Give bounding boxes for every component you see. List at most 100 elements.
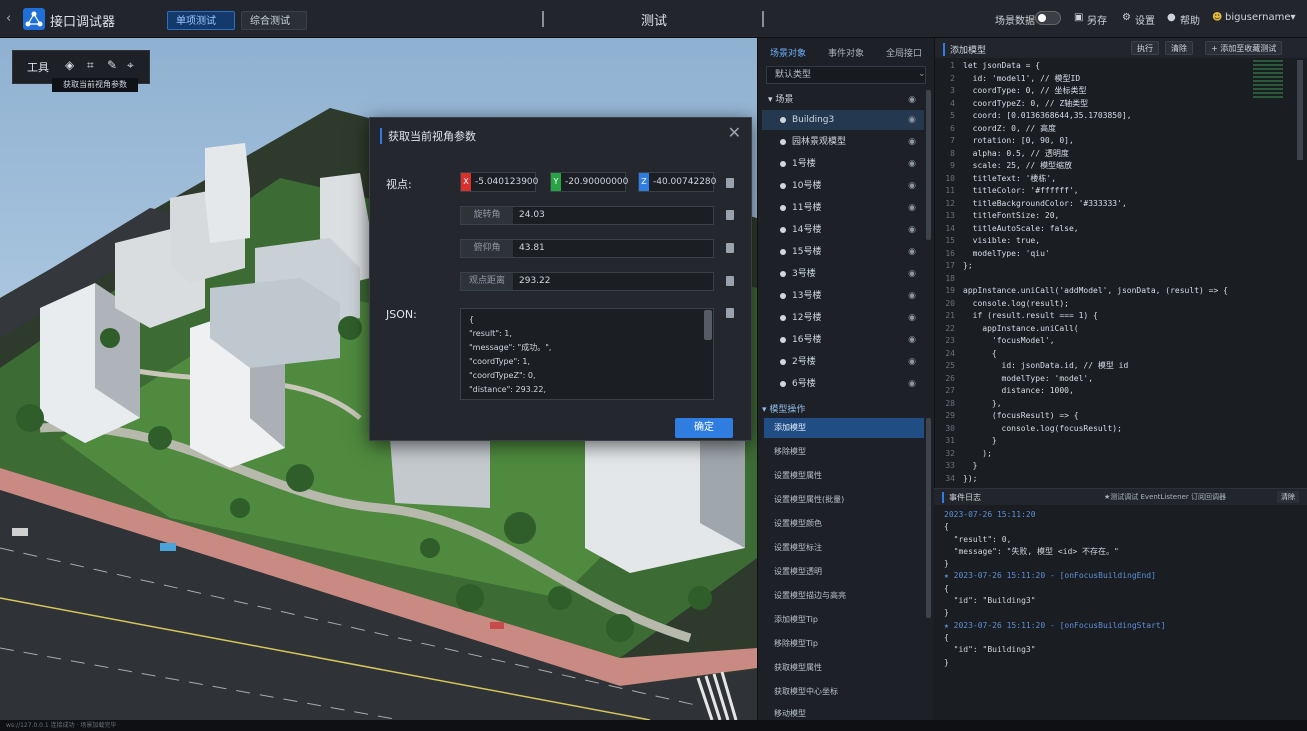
type-select[interactable]: 默认类型 xyxy=(766,66,926,84)
pick-coordinate-icon[interactable]: ⌖ xyxy=(127,58,134,73)
code-line: coordType: 0, // 坐标类型 xyxy=(963,86,1087,95)
code-editor[interactable]: let jsonData = { id: 'model1', // 模型ID c… xyxy=(963,60,1253,485)
api-item[interactable]: 获取模型中心坐标 xyxy=(774,682,924,702)
code-scrollbar[interactable] xyxy=(1297,60,1303,160)
pen-icon[interactable]: ✎ xyxy=(107,58,117,72)
event-listener-option[interactable]: ★测试调试 EventListener 订阅回调器 xyxy=(1104,492,1226,502)
clear-log-button[interactable]: 清除 xyxy=(1277,491,1299,503)
run-button[interactable]: 执行 xyxy=(1131,41,1159,55)
pitch-field[interactable]: 俯仰角 43.81 xyxy=(460,239,714,258)
api-item[interactable]: 设置模型属性 xyxy=(774,466,924,486)
log-line: ★ 2023-07-26 15:11:20 - [onFocusBuilding… xyxy=(944,571,1156,581)
api-tree-panel: 场景对象 事件对象 全局接口 默认类型 ⌄ ▾ 场景 ◉ Building3 ◉ 园… xyxy=(757,38,934,720)
rotation-field[interactable]: 旋转角 24.03 xyxy=(460,206,714,225)
eye-icon[interactable]: ◉ xyxy=(908,154,916,174)
api-item[interactable]: 移除模型 xyxy=(774,442,924,462)
eye-icon[interactable]: ◉ xyxy=(908,308,916,328)
api-item[interactable]: 设置模型属性(批量) xyxy=(774,490,924,510)
distance-key: 观点距离 xyxy=(461,273,513,290)
close-icon[interactable]: ✕ xyxy=(728,123,741,142)
coord-y-field[interactable]: Y -20.90000000 xyxy=(550,172,628,192)
tree-row[interactable]: 16号楼 ◉ xyxy=(762,330,924,350)
help-icon[interactable]: ● xyxy=(1167,12,1176,23)
eye-icon[interactable]: ◉ xyxy=(908,264,916,284)
frame-select-icon[interactable]: ⌗ xyxy=(87,58,94,73)
eye-icon[interactable]: ◉ xyxy=(908,110,916,130)
scene-group-header[interactable]: ▾ 场景 ◉ xyxy=(762,90,924,110)
tree-row[interactable]: 12号楼 ◉ xyxy=(762,308,924,328)
api-item-add-model[interactable]: 添加模型 xyxy=(764,418,924,438)
code-line: scale: 25, // 模型缩放 xyxy=(963,161,1073,170)
save-as-button[interactable]: 另存 xyxy=(1087,12,1107,27)
user-menu[interactable]: bigusername▾ xyxy=(1225,12,1296,23)
eye-icon[interactable]: ◉ xyxy=(908,198,916,218)
scene-data-toggle[interactable] xyxy=(1035,11,1061,25)
api-item[interactable]: 设置模型透明 xyxy=(774,562,924,582)
line-number: 9 xyxy=(950,161,955,170)
help-button[interactable]: 帮助 xyxy=(1180,12,1200,27)
add-favorite-button[interactable]: + 添加至收藏测试 xyxy=(1205,41,1283,55)
eye-icon[interactable]: ◉ xyxy=(908,374,916,394)
eye-icon[interactable]: ◉ xyxy=(908,330,916,350)
tab-global-api[interactable]: 全局接口 xyxy=(886,46,922,59)
tools-tooltip: 获取当前视角参数 xyxy=(52,78,138,92)
arrow-left-icon[interactable]: ‹ xyxy=(6,11,11,26)
line-number: 30 xyxy=(945,423,955,433)
ok-button[interactable]: 确定 xyxy=(675,418,733,438)
settings-button[interactable]: 设置 xyxy=(1135,12,1155,27)
user-icon[interactable]: ☻ xyxy=(1212,12,1222,23)
code-line: titleAutoScale: false, xyxy=(963,223,1079,233)
single-test-button[interactable]: 单项测试 xyxy=(167,11,235,30)
code-line: ); xyxy=(963,448,992,458)
json-textarea[interactable]: { "result": 1, "message": "成功。", "coordT… xyxy=(460,308,714,400)
copy-json-icon[interactable] xyxy=(726,308,734,318)
code-minimap[interactable] xyxy=(1253,60,1283,100)
eye-icon[interactable]: ◉ xyxy=(908,352,916,372)
api-item[interactable]: 获取模型属性 xyxy=(774,658,924,678)
eye-icon[interactable]: ◉ xyxy=(908,242,916,262)
tree-row[interactable]: 14号楼 ◉ xyxy=(762,220,924,240)
tree-row[interactable]: 1号楼 ◉ xyxy=(762,154,924,174)
tree-row[interactable]: 6号楼 ◉ xyxy=(762,374,924,394)
model-ops-section[interactable]: ▾ 模型操作 xyxy=(762,402,805,415)
eye-icon[interactable]: ◉ xyxy=(908,286,916,306)
copy-pitch-icon[interactable] xyxy=(726,243,734,253)
tree-row[interactable]: 3号楼 ◉ xyxy=(762,264,924,284)
json-scrollbar[interactable] xyxy=(704,310,712,340)
coord-z-field[interactable]: Z -40.00742280 xyxy=(638,172,716,192)
tree-row[interactable]: 13号楼 ◉ xyxy=(762,286,924,306)
api-item[interactable]: 移除模型Tip xyxy=(774,634,924,654)
distance-field[interactable]: 观点距离 293.22 xyxy=(460,272,714,291)
copy-rotation-icon[interactable] xyxy=(726,210,734,220)
json-line: { xyxy=(469,315,475,324)
tree-row-building3[interactable]: Building3 ◉ xyxy=(762,110,924,130)
eye-icon[interactable]: ◉ xyxy=(908,220,916,240)
tree-row[interactable]: 园林景观模型 ◉ xyxy=(762,132,924,152)
gear-icon[interactable]: ⚙ xyxy=(1122,12,1131,23)
tree-scrollbar[interactable] xyxy=(926,90,931,240)
tab-event-objects[interactable]: 事件对象 xyxy=(828,46,864,59)
multi-test-button[interactable]: 综合测试 xyxy=(241,11,307,30)
tab-scene-objects[interactable]: 场景对象 xyxy=(770,46,806,59)
api-item[interactable]: 设置模型标注 xyxy=(774,538,924,558)
api-item[interactable]: 添加模型Tip xyxy=(774,610,924,630)
tree-row[interactable]: 10号楼 ◉ xyxy=(762,176,924,196)
copy-distance-icon[interactable] xyxy=(726,276,734,286)
eye-icon[interactable]: ◉ xyxy=(908,132,916,152)
eye-icon[interactable]: ◉ xyxy=(908,176,916,196)
tree-row-label: Building3 xyxy=(792,115,835,125)
viewpoint-icon[interactable]: ◈ xyxy=(65,58,74,72)
api-item[interactable]: 设置模型描边与高亮 xyxy=(774,586,924,606)
tree-row[interactable]: 2号楼 ◉ xyxy=(762,352,924,372)
api-list-scrollbar[interactable] xyxy=(926,418,931,618)
save-icon[interactable]: ▣ xyxy=(1074,12,1083,23)
tree-row[interactable]: 11号楼 ◉ xyxy=(762,198,924,218)
clear-code-button[interactable]: 清除 xyxy=(1165,41,1193,55)
eye-icon[interactable]: ◉ xyxy=(908,90,916,110)
api-item[interactable]: 设置模型颜色 xyxy=(774,514,924,534)
copy-viewpoint-icon[interactable] xyxy=(726,178,734,188)
tab-test[interactable]: 测试 xyxy=(545,10,763,29)
tree-row[interactable]: 15号楼 ◉ xyxy=(762,242,924,262)
coord-x-field[interactable]: X -5.040123900 xyxy=(460,172,538,192)
code-line: titleFontSize: 20, xyxy=(963,211,1060,220)
